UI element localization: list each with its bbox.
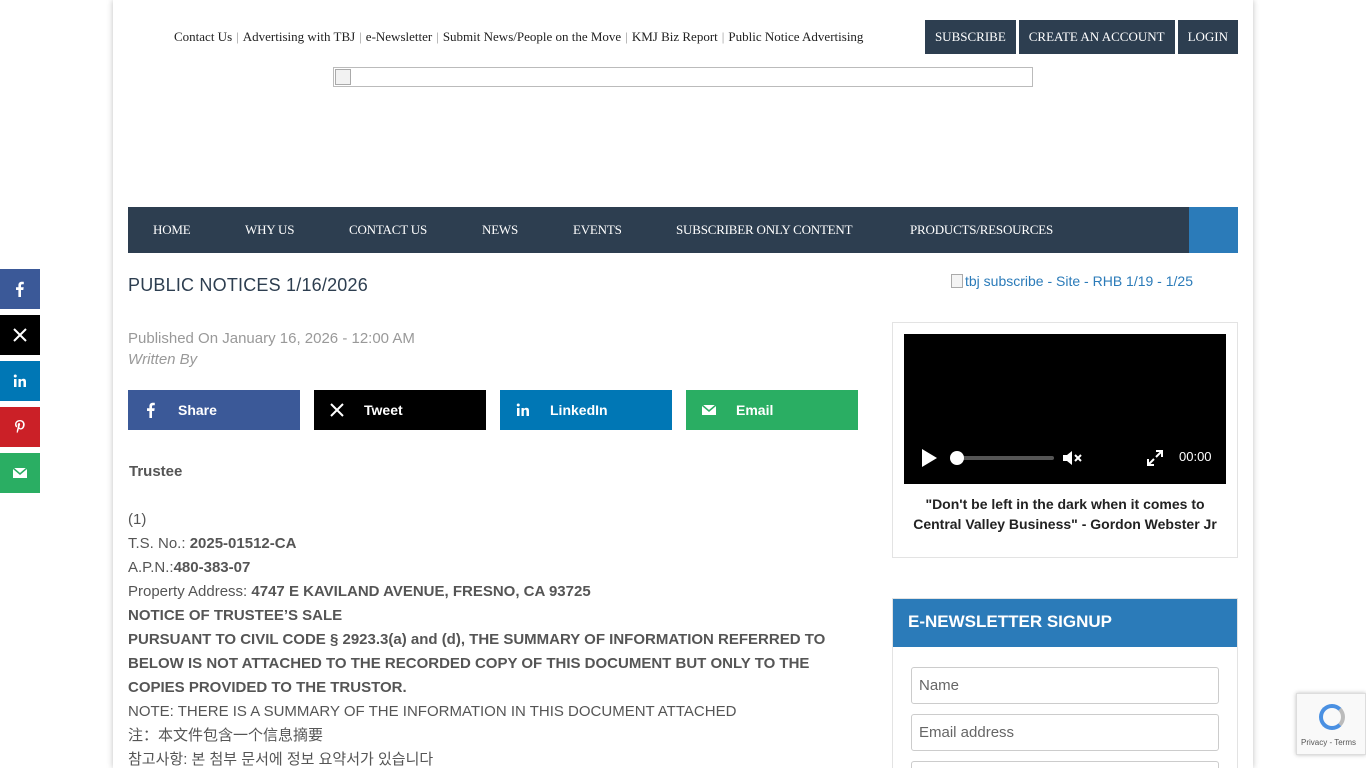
nav-news[interactable]: NEWS xyxy=(482,207,518,253)
top-link-contact[interactable]: Contact Us xyxy=(174,29,232,44)
published-date: Published On January 16, 2026 - 12:00 AM xyxy=(128,330,415,347)
banner-ad-image[interactable] xyxy=(333,67,1033,87)
article-heading: Trustee xyxy=(129,463,183,480)
x-icon xyxy=(330,403,344,417)
ts-value: 2025-01512-CA xyxy=(189,535,297,552)
floating-share-linkedin[interactable] xyxy=(0,361,40,401)
nav-products-resources[interactable]: PRODUCTS/RESOURCES xyxy=(910,207,1053,253)
video-player[interactable]: 00:00 xyxy=(904,334,1226,484)
separator: | xyxy=(721,29,725,44)
top-links: Contact Us | Advertising with TBJ | e-Newsle… xyxy=(174,29,863,45)
pinterest-icon xyxy=(15,420,25,434)
share-label: Share xyxy=(178,402,217,418)
apn-line: A.P.N.:480-383-07 xyxy=(128,556,848,580)
ts-number-line: T.S. No.: 2025-01512-CA xyxy=(128,532,848,556)
broken-image-icon xyxy=(335,69,351,85)
linkedin-icon xyxy=(13,374,26,387)
account-buttons: SUBSCRIBE CREATE AN ACCOUNT LOGIN xyxy=(924,20,1238,54)
separator: | xyxy=(236,29,239,44)
name-field[interactable] xyxy=(911,667,1219,704)
share-label: Email xyxy=(736,402,774,418)
top-link-enewsletter[interactable]: e-Newsletter xyxy=(366,29,432,44)
main-nav: HOME WHY US CONTACT US NEWS EVENTS SUBSC… xyxy=(128,207,1238,253)
promo-alt-text: tbj subscribe - Site - RHB 1/19 - 1/25 xyxy=(965,273,1193,289)
facebook-icon xyxy=(147,402,155,418)
video-controls: 00:00 xyxy=(904,446,1226,470)
separator: | xyxy=(625,29,628,44)
item-number: (1) xyxy=(128,511,147,528)
linkedin-icon xyxy=(516,403,529,416)
article-body: Trustee (1) T.S. No.: 2025-01512-CA A.P.… xyxy=(128,460,848,768)
nav-search-button[interactable] xyxy=(1189,207,1238,253)
address-value: 4747 E KAVILAND AVENUE, FRESNO, CA 93725 xyxy=(251,583,591,600)
floating-share-pinterest[interactable] xyxy=(0,407,40,447)
share-email-button[interactable]: Email xyxy=(686,390,858,430)
login-button[interactable]: LOGIN xyxy=(1177,20,1238,54)
recaptcha-badge[interactable]: Privacy - Terms xyxy=(1296,693,1366,755)
page-title: PUBLIC NOTICES 1/16/2026 xyxy=(128,275,368,295)
recaptcha-links: Privacy - Terms xyxy=(1301,738,1356,747)
broken-image-icon xyxy=(951,274,963,288)
note-text: NOTE: THERE IS A SUMMARY OF THE INFORMAT… xyxy=(128,703,737,720)
recaptcha-terms-link[interactable]: Terms xyxy=(1334,738,1356,747)
newsletter-title: E-NEWSLETTER SIGNUP xyxy=(893,599,1237,647)
mute-icon[interactable] xyxy=(1062,449,1082,467)
video-widget: 00:00 "Don't be left in the dark when it… xyxy=(892,322,1238,558)
top-link-submit-news[interactable]: Submit News/People on the Move xyxy=(443,29,621,44)
address-label: Property Address: xyxy=(128,583,252,600)
floating-share-x[interactable] xyxy=(0,315,40,355)
video-time: 00:00 xyxy=(1179,449,1212,464)
email-icon xyxy=(12,467,28,478)
ts-label: T.S. No.: xyxy=(128,535,190,552)
share-label: Tweet xyxy=(364,402,403,418)
video-progress-bar[interactable] xyxy=(952,456,1054,460)
play-icon[interactable] xyxy=(920,448,938,468)
email-field[interactable] xyxy=(911,714,1219,751)
share-label: LinkedIn xyxy=(550,402,608,418)
nav-events[interactable]: EVENTS xyxy=(573,207,622,253)
subscribe-promo-image[interactable]: tbj subscribe - Site - RHB 1/19 - 1/25 xyxy=(951,273,1193,289)
top-link-advertising[interactable]: Advertising with TBJ xyxy=(243,29,355,44)
video-progress-handle[interactable] xyxy=(950,451,964,465)
note-chinese: 注：本文件包含一个信息摘要 xyxy=(128,727,324,744)
top-link-kmj[interactable]: KMJ Biz Report xyxy=(632,29,718,44)
separator: | xyxy=(436,29,439,44)
notice-title: NOTICE OF TRUSTEE’S SALE xyxy=(128,607,343,624)
nav-contact-us[interactable]: CONTACT US xyxy=(349,207,427,253)
share-x-button[interactable]: Tweet xyxy=(314,390,486,430)
create-account-button[interactable]: CREATE AN ACCOUNT xyxy=(1018,20,1175,54)
address-line: Property Address: 4747 E KAVILAND AVENUE… xyxy=(128,580,848,604)
apn-value: 480-383-07 xyxy=(173,559,251,576)
facebook-icon xyxy=(16,281,24,297)
newsletter-signup: E-NEWSLETTER SIGNUP xyxy=(892,598,1238,768)
floating-share-email[interactable] xyxy=(0,453,40,493)
share-facebook-button[interactable]: Share xyxy=(128,390,300,430)
author-line: Written By xyxy=(128,351,198,368)
nav-subscriber-content[interactable]: SUBSCRIBER ONLY CONTENT xyxy=(676,207,853,253)
separator: | xyxy=(359,29,362,44)
subscribe-button[interactable]: SUBSCRIBE xyxy=(924,20,1016,54)
nav-home[interactable]: HOME xyxy=(153,207,191,253)
floating-share-facebook[interactable] xyxy=(0,269,40,309)
x-icon xyxy=(13,328,27,342)
video-caption: "Don't be left in the dark when it comes… xyxy=(913,496,1217,532)
recaptcha-privacy-link[interactable]: Privacy xyxy=(1301,738,1327,747)
share-linkedin-button[interactable]: LinkedIn xyxy=(500,390,672,430)
pursuant-text: PURSUANT TO CIVIL CODE § 2923.3(a) and (… xyxy=(128,631,826,696)
top-link-public-notice[interactable]: Public Notice Advertising xyxy=(728,29,863,44)
recaptcha-logo-icon xyxy=(1319,704,1345,730)
additional-field[interactable] xyxy=(911,761,1219,768)
nav-why-us[interactable]: WHY US xyxy=(245,207,294,253)
apn-label: A.P.N.: xyxy=(128,559,174,576)
page-container: Contact Us | Advertising with TBJ | e-Newsle… xyxy=(113,0,1253,768)
email-icon xyxy=(701,404,717,415)
note-korean: 참고사항: 본 첨부 문서에 정보 요약서가 있습니다 xyxy=(128,751,434,768)
fullscreen-icon[interactable] xyxy=(1146,449,1164,467)
article-meta: Published On January 16, 2026 - 12:00 AM… xyxy=(128,330,415,368)
